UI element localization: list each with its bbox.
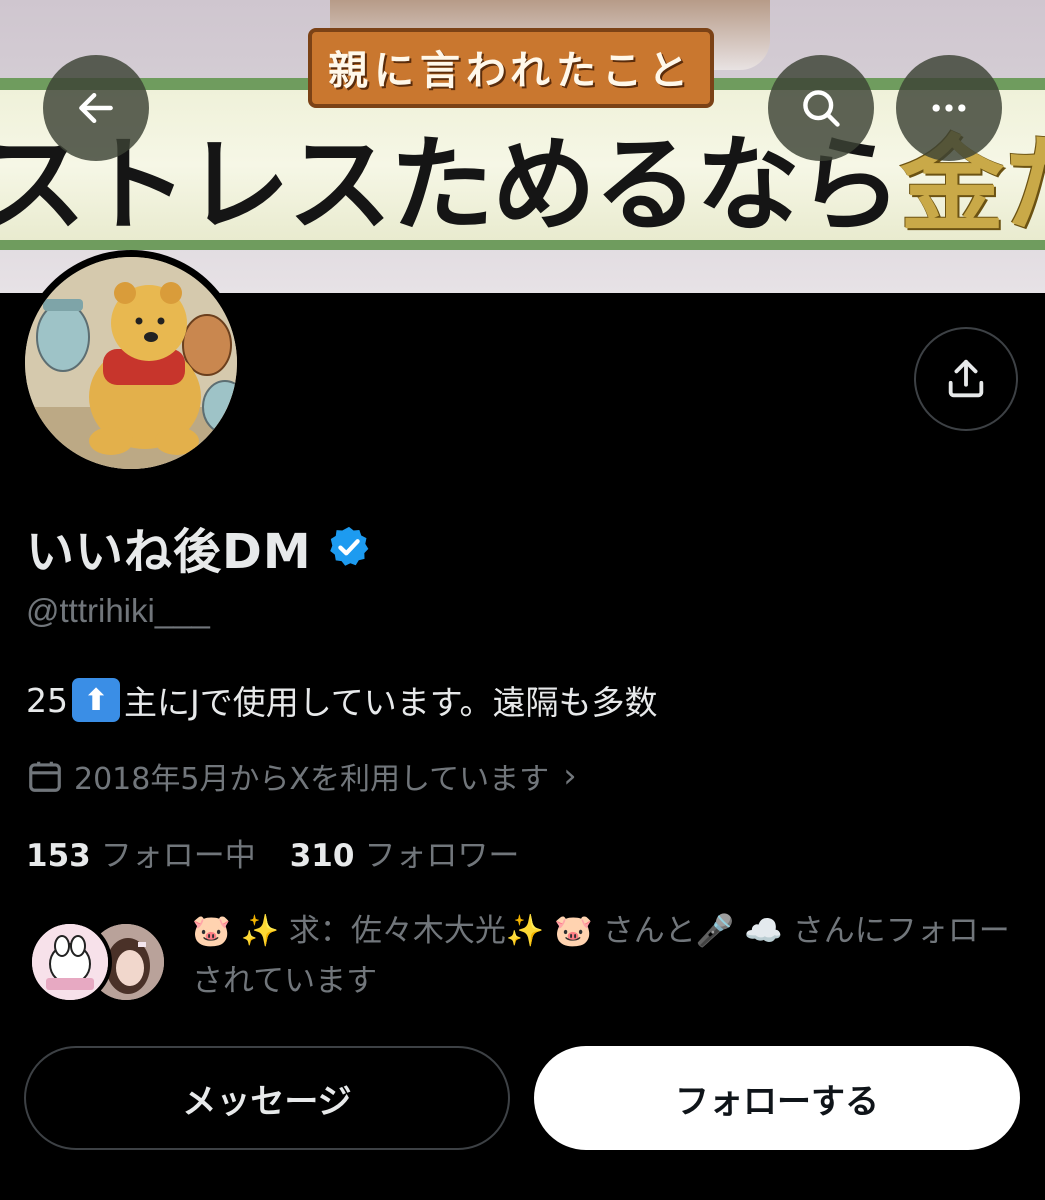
display-name-row: いいね後DM (26, 512, 372, 582)
bio-text: 主にJで使用しています。遠隔も多数 (124, 683, 658, 722)
follower-avatar[interactable] (28, 920, 112, 1004)
banner-caption-big: ストレスためるなら金ため (0, 100, 1045, 251)
more-button[interactable] (896, 55, 1002, 161)
bio: 25 ⬆ 主にJで使用しています。遠隔も多数 (26, 676, 657, 724)
joined-date[interactable]: 2018年5月からXを利用しています › (26, 754, 577, 798)
share-button[interactable] (914, 327, 1018, 431)
avatar-image (25, 257, 237, 469)
calendar-icon (29, 761, 61, 792)
search-button[interactable] (768, 55, 874, 161)
more-horizontal-icon (932, 104, 966, 112)
joined-text: 2018年5月からXを利用しています (74, 762, 550, 797)
verified-badge-icon[interactable] (326, 524, 372, 570)
bio-prefix: 25 (26, 680, 68, 720)
user-handle: @tttrihiki___ (26, 592, 210, 629)
arrow-left-icon (79, 92, 113, 124)
share-icon (948, 359, 984, 398)
chevron-right-icon: › (563, 756, 577, 796)
display-name: いいね後DM (26, 524, 312, 580)
avatar[interactable] (18, 250, 244, 476)
following-label[interactable]: フォロー中 (101, 830, 256, 875)
bear-illustration (25, 257, 237, 469)
followers-label[interactable]: フォロワー (364, 830, 519, 875)
banner-caption-small: 親に言われたこと (308, 28, 714, 108)
follow-counts: 153 フォロー中 310 フォロワー (26, 830, 553, 875)
follower-avatar-image (32, 924, 108, 1000)
message-button[interactable]: メッセージ (24, 1046, 510, 1150)
followers-count[interactable]: 310 (290, 838, 355, 874)
up-arrow-emoji-icon: ⬆ (72, 678, 120, 722)
followed-by-text[interactable]: 🐷 ✨ 求：佐々木大光✨ 🐷 さんと🎤 ☁️ さんにフォローされています (192, 906, 1022, 1006)
following-count[interactable]: 153 (26, 838, 91, 874)
search-icon (803, 90, 840, 127)
back-button[interactable] (43, 55, 149, 161)
profile-banner[interactable]: 親に言われたこと ストレスためるなら金ため (0, 0, 1045, 293)
follow-button[interactable]: フォローする (534, 1046, 1020, 1150)
